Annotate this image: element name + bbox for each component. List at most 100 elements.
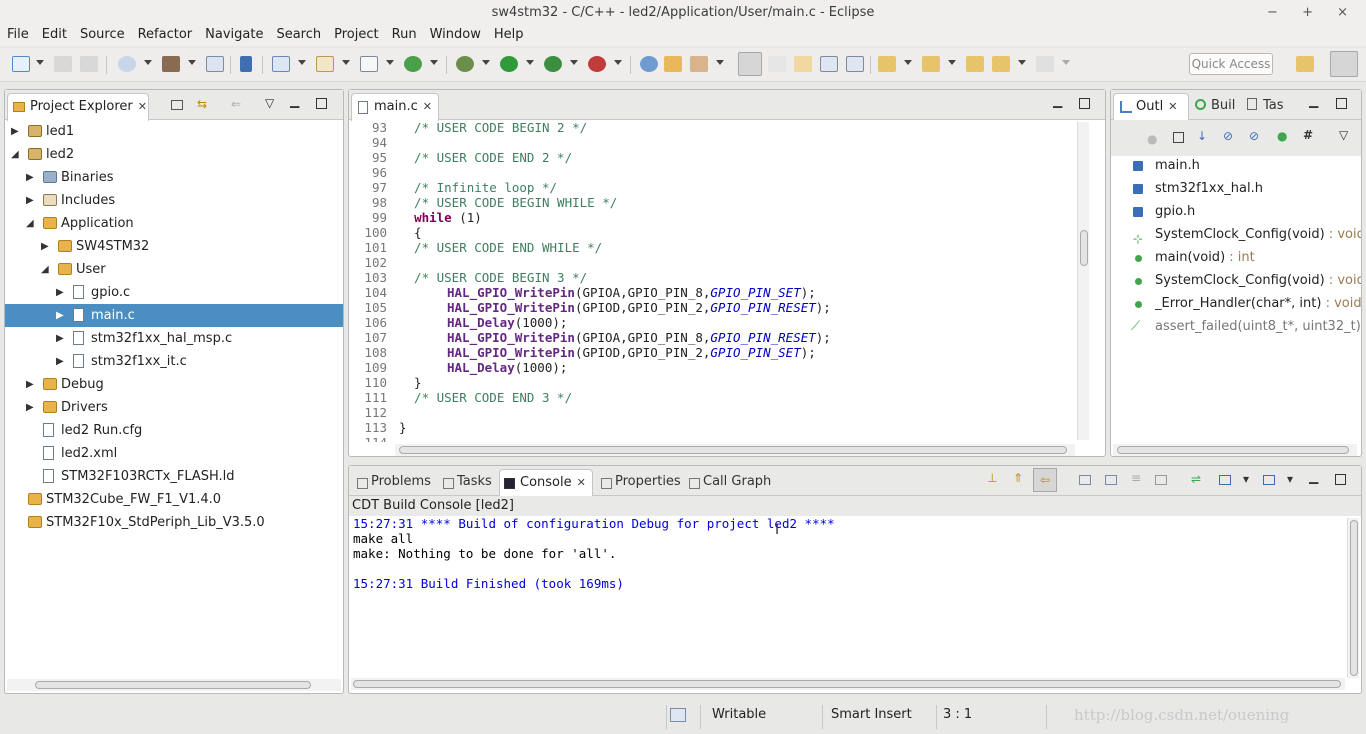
save-all-icon[interactable] — [80, 56, 98, 72]
hide-static-icon[interactable]: ⊘ — [1223, 129, 1233, 143]
tree-item[interactable]: ▶ led1 — [5, 120, 343, 143]
code-editor[interactable]: 93 /* USER CODE BEGIN 2 */94 95 /* USER C… — [349, 120, 1077, 442]
external-tools-icon[interactable] — [588, 56, 606, 72]
fast-view-icon[interactable] — [670, 708, 686, 722]
run-last-icon[interactable] — [544, 56, 562, 72]
maximize-icon[interactable] — [316, 98, 327, 109]
refresh-dropdown-icon[interactable] — [430, 60, 438, 65]
previous-annotation-icon[interactable] — [922, 56, 940, 72]
tab-main-c[interactable]: main.c ✕ — [351, 93, 439, 121]
quick-access-input[interactable]: Quick Access — [1189, 53, 1273, 75]
maximize-icon[interactable] — [1336, 98, 1347, 109]
minimize-icon[interactable]: ▁ — [1309, 470, 1318, 484]
tree-item[interactable]: ▶ Includes — [5, 189, 343, 212]
console-vscroll[interactable] — [1347, 518, 1359, 678]
new-icon[interactable] — [12, 56, 30, 72]
tab-problems[interactable]: Problems — [353, 470, 431, 496]
tree-item[interactable]: ▶ Binaries — [5, 166, 343, 189]
tree-item[interactable]: ◢ Application — [5, 212, 343, 235]
forward-icon[interactable] — [1036, 56, 1054, 72]
display-console-icon[interactable] — [1219, 475, 1231, 485]
close-icon[interactable]: ✕ — [1168, 100, 1177, 113]
new-file-icon[interactable] — [360, 56, 378, 72]
toggle-ws-icon[interactable] — [768, 56, 786, 72]
menu-navigate[interactable]: Navigate — [198, 26, 269, 43]
expand-arrow-icon[interactable]: ▶ — [26, 166, 34, 189]
clear-console-icon[interactable] — [1155, 475, 1167, 485]
tree-item[interactable]: ◢ User — [5, 258, 343, 281]
save-icon[interactable] — [54, 56, 72, 72]
expand-arrow-icon[interactable]: ▶ — [56, 304, 64, 327]
pin-icon[interactable]: ⇑ — [1013, 471, 1023, 485]
new-folder-dropdown-icon[interactable] — [342, 60, 350, 65]
minimize-icon[interactable]: ▁ — [290, 94, 299, 108]
run-last-dropdown-icon[interactable] — [570, 60, 578, 65]
brush-dropdown-icon[interactable] — [716, 60, 724, 65]
build-config-icon[interactable] — [118, 56, 136, 72]
next-annotation-icon[interactable] — [878, 56, 896, 72]
outline-item[interactable]: SystemClock_Config(void) : void — [1111, 269, 1361, 292]
tab-properties[interactable]: Properties — [597, 470, 681, 496]
outline-hscroll-thumb[interactable] — [1117, 446, 1349, 454]
maximize-icon[interactable] — [1079, 98, 1090, 109]
outline-item[interactable]: ⊹ SystemClock_Config(void) : void — [1111, 223, 1361, 246]
expand-arrow-icon[interactable]: ▶ — [41, 235, 49, 258]
binary-icon[interactable] — [206, 56, 224, 72]
editor-vscroll-thumb[interactable] — [1080, 230, 1088, 266]
external-tools-dropdown-icon[interactable] — [614, 60, 622, 65]
debug-icon[interactable] — [456, 56, 474, 72]
next-annotation-dropdown-icon[interactable] — [904, 60, 912, 65]
tab-console[interactable]: Console ✕ — [499, 469, 593, 497]
expand-arrow-icon[interactable]: ▶ — [26, 189, 34, 212]
minimize-icon[interactable]: ▁ — [1309, 94, 1318, 108]
collapse-all-icon[interactable] — [171, 100, 183, 110]
view-menu-icon[interactable]: ▽ — [265, 96, 274, 110]
link-editor-icon[interactable]: ⇆ — [197, 97, 207, 111]
tab-tasks[interactable]: Tasks — [439, 470, 492, 496]
tree-item[interactable]: ▶ stm32f1xx_hal_msp.c — [5, 327, 343, 350]
console-output[interactable]: 15:27:31 **** Build of configuration Deb… — [349, 516, 1347, 679]
expand-arrow-icon[interactable]: ◢ — [41, 258, 49, 281]
menu-search[interactable]: Search — [269, 26, 327, 43]
paragraph-icon[interactable] — [846, 56, 864, 72]
outline-item[interactable]: ⟋assert_failed(uint8_t*, uint32_t) : voi… — [1111, 315, 1361, 338]
expand-arrow-icon[interactable]: ▶ — [26, 396, 34, 419]
toggle-block-icon[interactable] — [794, 56, 812, 72]
console-hscroll-thumb[interactable] — [353, 680, 1341, 688]
menu-project[interactable]: Project — [327, 26, 384, 43]
editor-hscroll-thumb[interactable] — [399, 446, 1067, 454]
tree-item[interactable]: ▶ stm32f1xx_it.c — [5, 350, 343, 373]
tree-item[interactable]: led2 Run.cfg — [5, 419, 343, 442]
expand-arrow-icon[interactable]: ◢ — [11, 143, 19, 166]
word-wrap-icon[interactable]: ≡ — [1131, 471, 1141, 485]
previous-annotation-dropdown-icon[interactable] — [948, 60, 956, 65]
expand-arrow-icon[interactable]: ▶ — [56, 327, 64, 350]
outline-item[interactable]: gpio.h — [1111, 200, 1361, 223]
c-cpp-perspective-icon[interactable] — [1330, 51, 1358, 77]
display-dropdown-icon[interactable]: ▾ — [1243, 472, 1249, 486]
explorer-hscroll-thumb[interactable] — [35, 681, 311, 689]
tab-tasks-outline[interactable]: Tas — [1247, 94, 1284, 120]
window-controls-label[interactable]: − + × — [1267, 5, 1358, 20]
run-dropdown-icon[interactable] — [526, 60, 534, 65]
outline-menu-icon[interactable]: ▽ — [1339, 128, 1348, 142]
outline-hscroll[interactable] — [1113, 444, 1357, 456]
tab-call-graph[interactable]: Call Graph — [685, 470, 771, 496]
show-whitespace-icon[interactable] — [820, 56, 838, 72]
menu-edit[interactable]: Edit — [35, 26, 73, 43]
last-edit-icon[interactable] — [966, 56, 984, 72]
sort-icon[interactable]: ↓ — [1197, 129, 1207, 143]
menu-window[interactable]: Window — [423, 26, 487, 43]
menu-file[interactable]: File — [0, 26, 35, 43]
expand-arrow-icon[interactable]: ▶ — [56, 281, 64, 304]
build-dropdown-icon[interactable] — [188, 60, 196, 65]
editor-hscroll[interactable] — [395, 444, 1075, 456]
expand-arrow-icon[interactable]: ▶ — [26, 373, 34, 396]
open-folder-icon[interactable] — [664, 56, 682, 72]
group-icon[interactable]: ● — [1277, 129, 1287, 143]
tree-item[interactable]: STM32F103RCTx_FLASH.ld — [5, 465, 343, 488]
console-hscroll[interactable] — [351, 678, 1345, 690]
open-perspective-icon[interactable] — [1296, 56, 1314, 72]
close-icon[interactable]: ✕ — [577, 476, 586, 489]
explorer-hscroll[interactable] — [7, 679, 341, 691]
